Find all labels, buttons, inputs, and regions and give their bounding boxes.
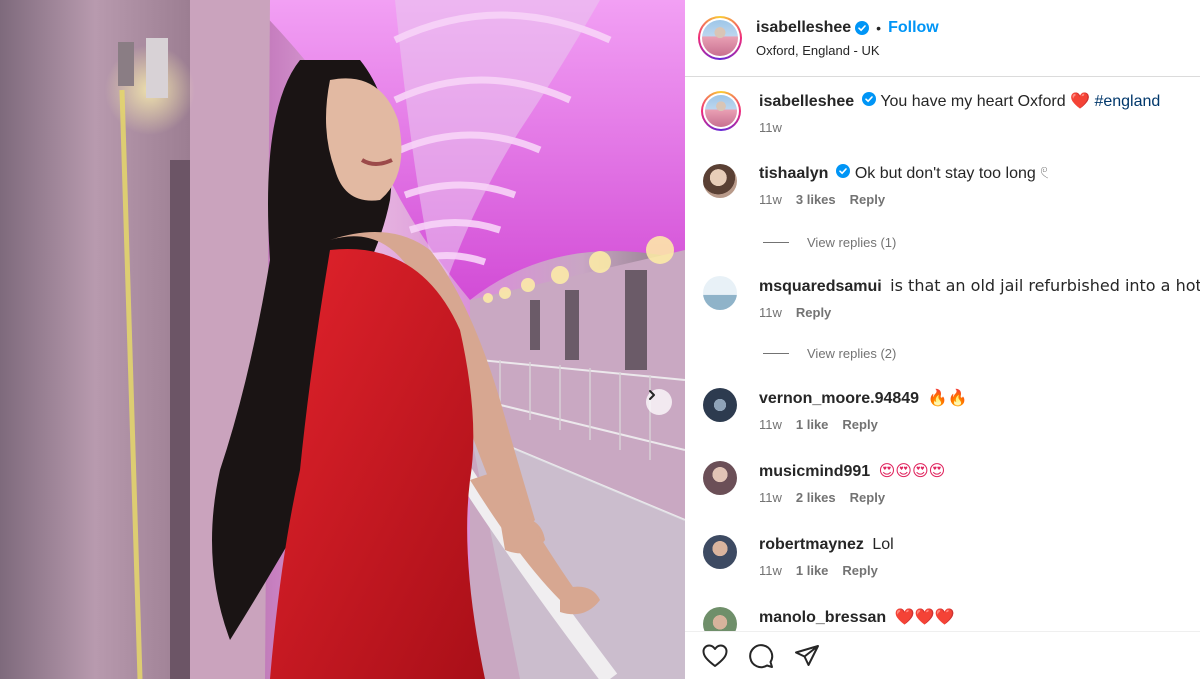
verified-badge-icon [836,164,851,178]
follow-button[interactable]: Follow [888,19,939,37]
caption-text: You have my heart Oxford [880,93,1066,110]
caption-avatar[interactable] [701,91,741,131]
heart-emoji: ❤️ [1070,91,1090,110]
comment-time[interactable]: 11w [759,305,782,320]
comment-text: Lol [872,536,894,553]
comment-time[interactable]: 11w [759,192,782,207]
caption-time[interactable]: 11w [759,120,782,135]
post-photo[interactable] [0,0,685,679]
comment-username[interactable]: tishaalyn [759,165,828,182]
separator-dot: • [876,19,882,36]
reply-button[interactable]: Reply [850,490,885,505]
post-actions [685,631,1200,679]
photo-illustration [0,0,685,679]
view-replies-button[interactable]: View replies (1) [763,235,896,250]
comment-username[interactable]: manolo_bressan [759,609,886,626]
commenter-avatar[interactable] [703,164,737,198]
comment-text: 🔥🔥 [927,388,968,407]
heart-icon[interactable] [702,644,728,668]
comment-username[interactable]: musicmind991 [759,463,870,480]
comment-username[interactable]: robertmaynez [759,536,864,553]
commenter-avatar[interactable] [703,461,737,495]
commenter-avatar[interactable] [703,535,737,569]
hashtag-link[interactable]: #england [1094,93,1160,110]
owner-username[interactable]: isabelleshee [756,19,851,37]
comment-time[interactable]: 11w [759,490,782,505]
share-icon[interactable] [794,644,820,668]
verified-badge-icon [855,20,870,35]
owner-avatar[interactable] [698,16,742,60]
post-header: isabelleshee • Follow Oxford, England - … [685,0,1200,77]
view-replies-label: View replies (1) [807,235,897,250]
commenter-avatar[interactable] [703,388,737,422]
comments-list[interactable]: isabelleshee You have my heart Oxford ❤️… [685,78,1200,631]
comment-text: is that an old jail refurbished into a h… [890,276,1200,295]
comment-text: ❤️❤️❤️ [894,607,955,626]
comment-username[interactable]: vernon_moore.94849 [759,390,919,407]
comment-likes[interactable]: 2 likes [796,490,836,505]
comment-time[interactable]: 11w [759,563,782,578]
view-replies-button[interactable]: View replies (2) [763,346,896,361]
commenter-avatar[interactable] [703,607,737,631]
carousel-next-button[interactable] [646,389,672,415]
reply-button[interactable]: Reply [842,417,877,432]
reply-button[interactable]: Reply [796,305,831,320]
post-side-panel: isabelleshee • Follow Oxford, England - … [685,0,1200,679]
comment-likes[interactable]: 1 like [796,417,829,432]
comment-icon[interactable] [748,643,774,669]
view-replies-label: View replies (2) [807,346,897,361]
post-location[interactable]: Oxford, England - UK [756,43,939,58]
comment-likes[interactable]: 1 like [796,563,829,578]
reply-button[interactable]: Reply [850,192,885,207]
commenter-avatar[interactable] [703,276,737,310]
comment-text: Ok but don't stay too long 𓏲 [854,165,1049,182]
comment-time[interactable]: 11w [759,417,782,432]
comment-username[interactable]: msquaredsamui [759,278,882,295]
verified-badge-icon [862,92,877,106]
reply-button[interactable]: Reply [842,563,877,578]
caption-username[interactable]: isabelleshee [759,93,854,110]
comment-likes[interactable]: 3 likes [796,192,836,207]
comment-text: 😍😍😍😍 [878,461,946,480]
